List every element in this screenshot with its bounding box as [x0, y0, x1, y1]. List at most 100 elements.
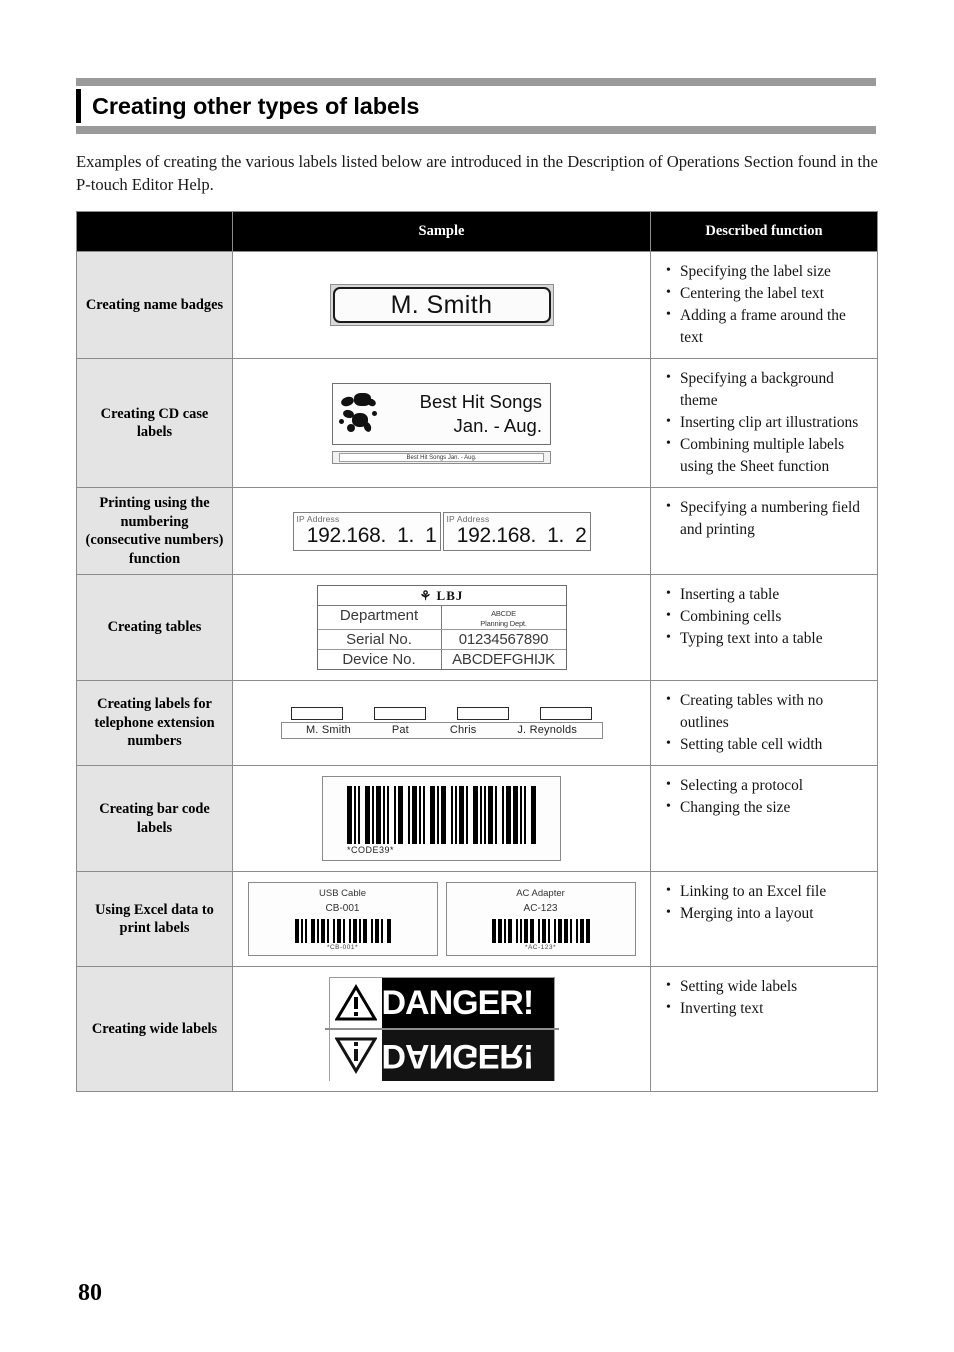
dept-row: Department ABCDE Planning Dept.	[317, 606, 566, 630]
warning-triangle-icon	[329, 978, 382, 1028]
row-functions: Selecting a protocol Changing the size	[650, 765, 878, 872]
row-functions: Inserting a table Combining cells Typing…	[650, 574, 878, 681]
function-item: Changing the size	[665, 796, 869, 819]
excel-barcode-bars	[455, 919, 627, 943]
ip-caption: IP Address	[296, 513, 340, 524]
heading-rule-bottom	[76, 126, 876, 134]
row-category: Creating name badges	[76, 251, 233, 359]
ip-value: 192.168. 1. 2	[456, 523, 587, 547]
heading-row: Creating other types of labels	[76, 86, 876, 126]
phone-tab	[373, 707, 426, 720]
excel-barcode-caption: *CB-001*	[326, 944, 359, 951]
cd-case-label: Best Hit Songs Jan. - Aug. Best Hit Song…	[332, 382, 551, 464]
row-sample: ⚘ LBJ Department ABCDE Planning Dept. Se…	[232, 574, 651, 681]
heading-marker	[76, 89, 81, 123]
function-item: Inverting text	[665, 997, 869, 1020]
function-item: Merging into a layout	[665, 902, 869, 925]
excel-label-title: AC Adapter	[516, 888, 565, 899]
excel-barcode-bars	[257, 919, 429, 943]
header-function: Described function	[650, 211, 878, 252]
excel-label-1: USB Cable CB-001 *CB-001*	[247, 882, 438, 956]
ip-address-labels: IP Address 192.168. 1. 1 IP Address 192.…	[237, 511, 646, 551]
phone-tab	[540, 707, 593, 720]
name-badge-label: M. Smith	[329, 284, 554, 326]
function-list: Creating tables with no outlines Setting…	[665, 689, 869, 756]
phone-name-bar: M. Smith Pat Chris J. Reynolds	[280, 722, 603, 739]
function-item: Setting wide labels	[665, 975, 869, 998]
row-sample: M. Smith	[232, 251, 651, 359]
cd-case-box: Best Hit Songs Jan. - Aug.	[332, 382, 551, 445]
cd-spine-text: Best Hit Songs Jan. - Aug.	[339, 452, 544, 462]
table-row: Printing using the numbering (consecutiv…	[76, 487, 878, 575]
function-item: Linking to an Excel file	[665, 880, 869, 903]
cd-spine-strip: Best Hit Songs Jan. - Aug.	[332, 450, 551, 464]
row-functions: Setting wide labels Inverting text	[650, 966, 878, 1092]
function-list: Linking to an Excel file Merging into a …	[665, 880, 869, 925]
row-category: Creating labels for telephone extension …	[76, 680, 233, 766]
danger-label: DANGER! DANGER!	[324, 977, 559, 1081]
document-page: Creating other types of labels Examples …	[0, 0, 954, 1352]
function-item: Specifying the label size	[665, 260, 869, 283]
function-item: Inserting clip art illustrations	[665, 411, 869, 434]
excel-barcode-caption: *AC-123*	[524, 944, 557, 951]
dept-key: Serial No.	[318, 630, 442, 649]
function-item: Inserting a table	[665, 583, 869, 606]
dept-value: ABCDE Planning Dept.	[480, 609, 527, 628]
table-row: Creating tables ⚘ LBJ Department ABCDE P…	[76, 574, 878, 681]
page-title: Creating other types of labels	[92, 92, 420, 119]
danger-fold-line	[324, 1028, 559, 1030]
table-row: Creating name badges M. Smith Specifying…	[76, 251, 878, 359]
excel-labels: USB Cable CB-001 *CB-001* AC Adapter AC-…	[237, 882, 646, 956]
dept-row: Device No. ABCDEFGHIJK	[318, 650, 566, 669]
function-item: Combining cells	[665, 605, 869, 628]
header-category	[76, 211, 233, 252]
function-item: Centering the label text	[665, 282, 869, 305]
warning-triangle-icon	[329, 1030, 382, 1081]
dept-value: 01234567890	[458, 631, 549, 648]
function-list: Selecting a protocol Changing the size	[665, 774, 869, 819]
function-list: Specifying a numbering field and printin…	[665, 496, 869, 541]
dept-row: Serial No. 01234567890	[317, 630, 566, 650]
page-heading-block: Creating other types of labels	[76, 78, 876, 134]
cd-case-text: Best Hit Songs Jan. - Aug.	[381, 390, 546, 438]
row-sample: M. Smith Pat Chris J. Reynolds	[232, 680, 651, 766]
ip-caption: IP Address	[446, 513, 490, 524]
table-header-row: Sample Described function	[76, 211, 878, 252]
ip-label-2: IP Address 192.168. 1. 2	[442, 511, 591, 551]
row-category: Creating tables	[76, 574, 233, 681]
header-sample: Sample	[232, 211, 651, 252]
phone-tab	[290, 707, 343, 720]
row-category: Creating CD case labels	[76, 358, 233, 488]
department-table-label: ⚘ LBJ Department ABCDE Planning Dept. Se…	[316, 585, 567, 670]
phone-name: J. Reynolds	[517, 724, 578, 736]
page-number: 80	[78, 1280, 102, 1306]
row-sample: Best Hit Songs Jan. - Aug. Best Hit Song…	[232, 358, 651, 488]
row-category: Using Excel data to print labels	[76, 871, 233, 967]
label-types-table: Sample Described function Creating name …	[76, 211, 878, 1092]
excel-label-code: AC-123	[523, 903, 558, 914]
dept-value: ABCDEFGHIJK	[452, 651, 555, 668]
clipart-icon	[337, 391, 381, 437]
phone-tab-row	[281, 707, 603, 720]
barcode-label: *CODE39*	[322, 776, 561, 861]
excel-label-2: AC Adapter AC-123 *AC-123*	[445, 882, 636, 956]
row-sample: IP Address 192.168. 1. 1 IP Address 192.…	[232, 487, 651, 575]
ip-value: 192.168. 1. 1	[306, 523, 437, 547]
function-list: Specifying the label size Centering the …	[665, 260, 869, 349]
phone-tab	[457, 707, 510, 720]
function-item: Combining multiple labels using the Shee…	[665, 433, 869, 478]
row-functions: Specifying a background theme Inserting …	[650, 358, 878, 488]
phone-name: M. Smith	[305, 724, 351, 736]
dept-key: Department	[318, 606, 442, 629]
name-badge-text: M. Smith	[332, 287, 551, 323]
company-logo-text: ⚘ LBJ	[317, 586, 566, 606]
excel-label-code: CB-001	[325, 903, 360, 914]
table-row: Creating CD case labels Best Hit Songs J…	[76, 358, 878, 488]
row-sample: *CODE39*	[232, 765, 651, 872]
function-item: Setting table cell width	[665, 733, 869, 756]
excel-label-title: USB Cable	[319, 888, 366, 899]
row-category: Printing using the numbering (consecutiv…	[76, 487, 233, 575]
row-functions: Specifying a numbering field and printin…	[650, 487, 878, 575]
danger-top-half: DANGER!	[328, 977, 555, 1029]
phone-name: Chris	[449, 724, 477, 736]
